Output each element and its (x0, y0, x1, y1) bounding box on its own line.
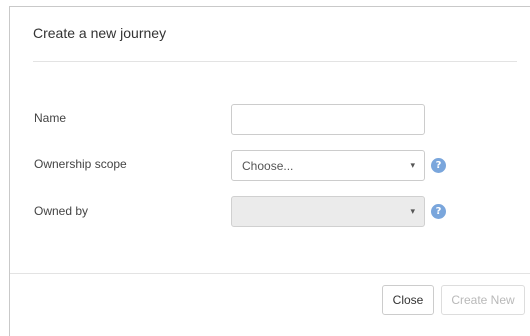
create-new-button[interactable]: Create New (441, 285, 525, 315)
question-mark-icon[interactable]: ? (431, 204, 446, 219)
footer-divider (10, 273, 530, 274)
create-journey-dialog: Create a new journey Name Ownership scop… (9, 6, 530, 336)
header-divider (33, 61, 517, 62)
owned-by-select[interactable]: ▾ (231, 196, 425, 227)
ownership-scope-label: Ownership scope (34, 157, 127, 171)
ownership-scope-select[interactable]: Choose... ▾ (231, 150, 425, 181)
ownership-scope-selected-value: Choose... (242, 159, 294, 173)
owned-by-label: Owned by (34, 204, 89, 218)
chevron-down-icon: ▾ (410, 160, 415, 170)
name-label: Name (34, 111, 67, 125)
close-button[interactable]: Close (382, 285, 434, 315)
question-mark-icon[interactable]: ? (431, 158, 446, 173)
name-input[interactable] (231, 104, 425, 135)
dialog-title: Create a new journey (33, 25, 167, 41)
chevron-down-icon: ▾ (410, 206, 415, 216)
